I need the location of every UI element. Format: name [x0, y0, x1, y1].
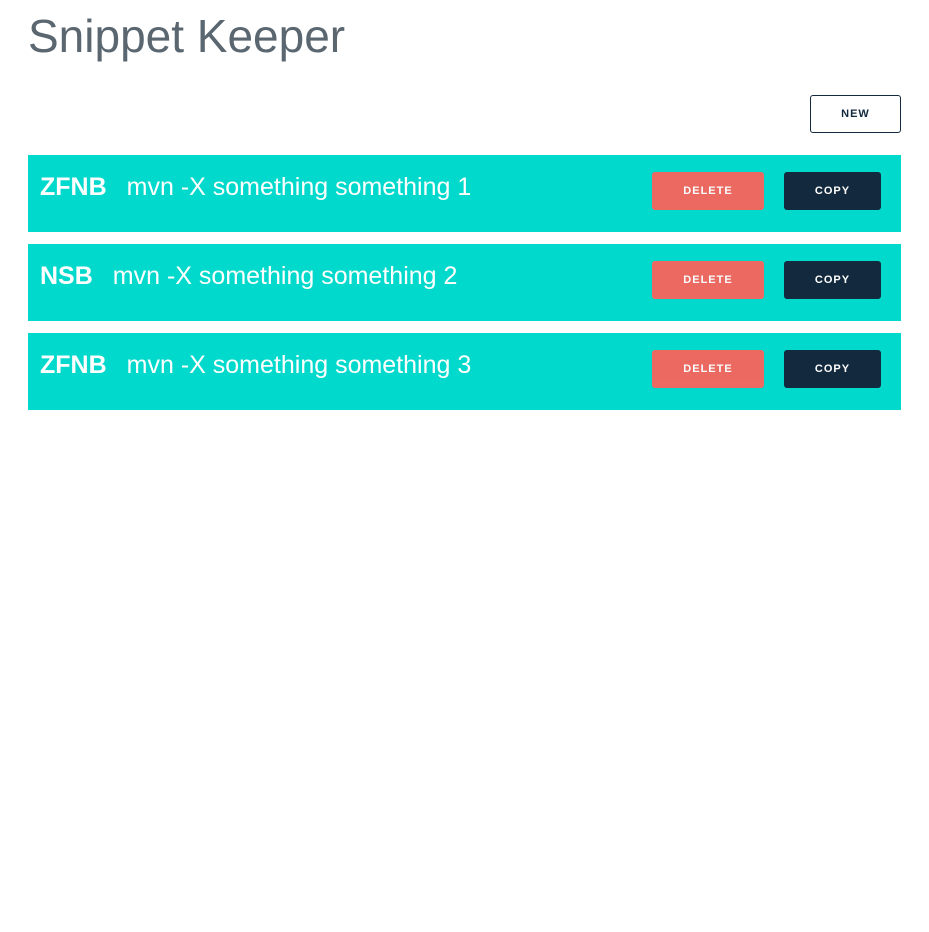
delete-button[interactable]: DELETE: [652, 261, 764, 299]
snippet-tag: ZFNB: [40, 351, 107, 379]
snippet-row: ZFNB mvn -X something something 3 DELETE …: [28, 333, 901, 410]
delete-button[interactable]: DELETE: [652, 350, 764, 388]
snippet-tag: ZFNB: [40, 173, 107, 201]
snippet-row: ZFNB mvn -X something something 1 DELETE …: [28, 155, 901, 232]
snippet-command: mvn -X something something 1: [126, 173, 472, 201]
page-title: Snippet Keeper: [28, 10, 346, 62]
snippet-command: mvn -X something something 3: [126, 351, 472, 379]
snippet-text: ZFNB mvn -X something something 3: [40, 350, 471, 380]
copy-button[interactable]: COPY: [784, 261, 881, 299]
snippet-list: ZFNB mvn -X something something 1 DELETE …: [28, 155, 901, 422]
snippet-tag: NSB: [40, 262, 93, 290]
copy-button[interactable]: COPY: [784, 172, 881, 210]
snippet-row: NSB mvn -X something something 2 DELETE C…: [28, 244, 901, 321]
delete-button[interactable]: DELETE: [652, 172, 764, 210]
new-snippet-button[interactable]: NEW: [810, 95, 901, 133]
snippet-text: NSB mvn -X something something 2: [40, 261, 457, 291]
snippet-text: ZFNB mvn -X something something 1: [40, 172, 471, 202]
snippet-command: mvn -X something something 2: [112, 262, 458, 290]
copy-button[interactable]: COPY: [784, 350, 881, 388]
